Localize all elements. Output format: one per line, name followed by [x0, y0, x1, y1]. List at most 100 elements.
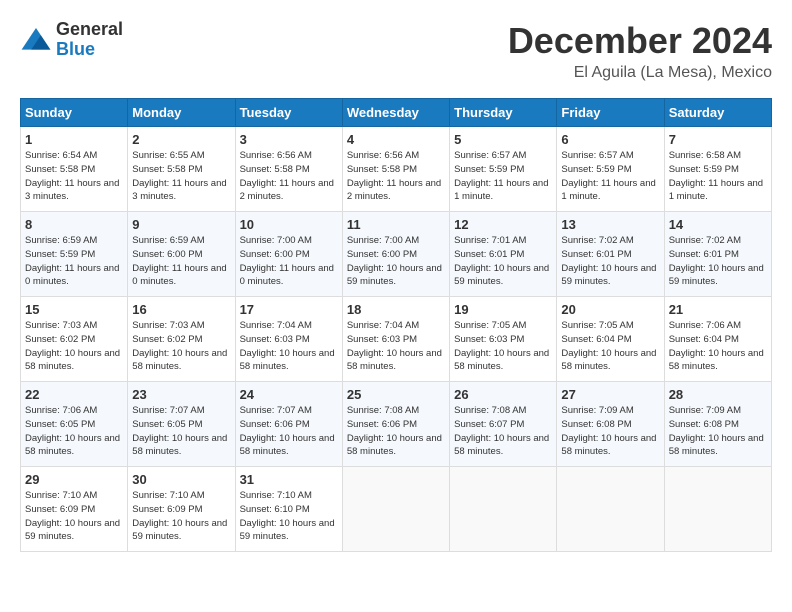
header-cell-monday: Monday — [128, 99, 235, 127]
sunrise: Sunrise: 6:56 AM — [347, 150, 419, 161]
logo-general: General — [56, 20, 123, 40]
calendar-cell: 18Sunrise: 7:04 AMSunset: 6:03 PMDayligh… — [342, 297, 449, 382]
calendar-cell: 13 Sunrise: 7:02 AM Sunset: 6:01 PM Dayligh… — [557, 212, 664, 297]
calendar-cell: 9Sunrise: 6:59 AMSunset: 6:00 PMDaylight… — [128, 212, 235, 297]
day-number: 12 — [454, 217, 552, 232]
daylight: Daylight: 10 hours and 59 minutes. — [132, 518, 227, 543]
day-number: 17 — [240, 302, 338, 317]
sunrise: Sunrise: 6:54 AM — [25, 150, 97, 161]
sunset: Sunset: 6:00 PM — [347, 249, 417, 260]
calendar-table: SundayMondayTuesdayWednesdayThursdayFrid… — [20, 98, 772, 552]
calendar-cell: 15Sunrise: 7:03 AMSunset: 6:02 PMDayligh… — [21, 297, 128, 382]
day-number: 18 — [347, 302, 445, 317]
daylight: Daylight: 11 hours and 2 minutes. — [347, 178, 441, 203]
sunrise: Sunrise: 7:02 AM — [561, 235, 633, 246]
sunrise: Sunrise: 7:07 AM — [132, 405, 204, 416]
page-header: General Blue December 2024 El Aguila (La… — [20, 20, 772, 82]
sunset: Sunset: 6:01 PM — [561, 249, 631, 260]
sunset: Sunset: 6:09 PM — [132, 504, 202, 515]
day-number: 13 — [561, 217, 659, 232]
day-info: Sunrise: 6:54 AMSunset: 5:58 PMDaylight:… — [25, 149, 123, 204]
sunrise: Sunrise: 7:09 AM — [561, 405, 633, 416]
calendar-cell: 30 Sunrise: 7:10 AM Sunset: 6:09 PM Dayligh… — [128, 467, 235, 552]
calendar-cell: 28Sunrise: 7:09 AMSunset: 6:08 PMDayligh… — [664, 382, 771, 467]
calendar-cell: 31Sunrise: 7:10 AMSunset: 6:10 PMDayligh… — [235, 467, 342, 552]
header-cell-thursday: Thursday — [450, 99, 557, 127]
calendar-cell: 23Sunrise: 7:07 AMSunset: 6:05 PMDayligh… — [128, 382, 235, 467]
day-info: Sunrise: 6:58 AMSunset: 5:59 PMDaylight:… — [669, 149, 767, 204]
sunrise: Sunrise: 7:02 AM — [669, 235, 741, 246]
calendar-cell: 19Sunrise: 7:05 AMSunset: 6:03 PMDayligh… — [450, 297, 557, 382]
day-number: 6 — [561, 132, 659, 147]
daylight: Daylight: 10 hours and 58 minutes. — [25, 348, 120, 373]
daylight: Daylight: 10 hours and 58 minutes. — [347, 433, 442, 458]
calendar-body: 1Sunrise: 6:54 AMSunset: 5:58 PMDaylight… — [21, 127, 772, 552]
day-number: 31 — [240, 472, 338, 487]
sunrise: Sunrise: 7:10 AM — [240, 490, 312, 501]
day-info: Sunrise: 7:10 AMSunset: 6:09 PMDaylight:… — [25, 489, 123, 544]
day-info: Sunrise: 7:09 AMSunset: 6:08 PMDaylight:… — [561, 404, 659, 459]
daylight: Daylight: 11 hours and 0 minutes. — [132, 263, 226, 288]
calendar-cell: 6 Sunrise: 6:57 AMSunset: 5:59 PMDaylight… — [557, 127, 664, 212]
calendar-cell — [557, 467, 664, 552]
calendar-cell: 1Sunrise: 6:54 AMSunset: 5:58 PMDaylight… — [21, 127, 128, 212]
calendar-cell: 20Sunrise: 7:05 AMSunset: 6:04 PMDayligh… — [557, 297, 664, 382]
day-info: Sunrise: 7:09 AMSunset: 6:08 PMDaylight:… — [669, 404, 767, 459]
day-number: 8 — [25, 217, 123, 232]
day-info: Sunrise: 6:56 AMSunset: 5:58 PMDaylight:… — [240, 149, 338, 204]
day-info: Sunrise: 7:01 AMSunset: 6:01 PMDaylight:… — [454, 234, 552, 289]
calendar-cell: 11Sunrise: 7:00 AMSunset: 6:00 PMDayligh… — [342, 212, 449, 297]
sunrise: Sunrise: 7:05 AM — [454, 320, 526, 331]
day-info: Sunrise: 7:00 AM Sunset: 6:00 PM Daylight:… — [240, 234, 338, 289]
location-title: El Aguila (La Mesa), Mexico — [508, 64, 772, 82]
sunset: Sunset: 6:10 PM — [240, 504, 310, 515]
day-info: Sunrise: 7:02 AMSunset: 6:01 PMDaylight:… — [669, 234, 767, 289]
daylight: Daylight: 11 hours and 3 minutes. — [132, 178, 226, 203]
sunset: Sunset: 5:59 PM — [454, 164, 524, 175]
day-number: 27 — [561, 387, 659, 402]
calendar-cell: 17Sunrise: 7:04 AMSunset: 6:03 PMDayligh… — [235, 297, 342, 382]
sunrise: Sunrise: 6:59 AM — [25, 235, 97, 246]
daylight: Daylight: 11 hours and 0 minutes. — [240, 263, 334, 288]
day-number: 30 — [132, 472, 230, 487]
daylight: Daylight: 10 hours and 58 minutes. — [132, 348, 227, 373]
sunrise: Sunrise: 7:10 AM — [25, 490, 97, 501]
day-info: Sunrise: 7:10 AMSunset: 6:10 PMDaylight:… — [240, 489, 338, 544]
sunset: Sunset: 5:58 PM — [240, 164, 310, 175]
daylight: Daylight: 10 hours and 59 minutes. — [561, 263, 656, 288]
sunset: Sunset: 6:03 PM — [347, 334, 417, 345]
day-info: Sunrise: 7:06 AMSunset: 6:04 PMDaylight:… — [669, 319, 767, 374]
sunset: Sunset: 6:07 PM — [454, 419, 524, 430]
day-number: 22 — [25, 387, 123, 402]
day-info: Sunrise: 6:57 AMSunset: 5:59 PMDaylight:… — [561, 149, 659, 204]
sunrise: Sunrise: 7:00 AM — [240, 235, 312, 246]
day-info: Sunrise: 7:07 AMSunset: 6:05 PMDaylight:… — [132, 404, 230, 459]
sunset: Sunset: 6:04 PM — [669, 334, 739, 345]
daylight: Daylight: 10 hours and 58 minutes. — [25, 433, 120, 458]
daylight: Daylight: 10 hours and 59 minutes. — [454, 263, 549, 288]
calendar-cell: 2Sunrise: 6:55 AMSunset: 5:58 PMDaylight… — [128, 127, 235, 212]
header-row: SundayMondayTuesdayWednesdayThursdayFrid… — [21, 99, 772, 127]
day-number: 10 — [240, 217, 338, 232]
day-info: Sunrise: 7:02 AM Sunset: 6:01 PM Daylight:… — [561, 234, 659, 289]
calendar-row: 1Sunrise: 6:54 AMSunset: 5:58 PMDaylight… — [21, 127, 772, 212]
sunrise: Sunrise: 7:04 AM — [240, 320, 312, 331]
sunset: Sunset: 6:00 PM — [240, 249, 310, 260]
sunset: Sunset: 6:03 PM — [240, 334, 310, 345]
calendar-header: SundayMondayTuesdayWednesdayThursdayFrid… — [21, 99, 772, 127]
sunrise: Sunrise: 7:10 AM — [132, 490, 204, 501]
calendar-cell: 26Sunrise: 7:08 AMSunset: 6:07 PMDayligh… — [450, 382, 557, 467]
day-number: 14 — [669, 217, 767, 232]
sunrise: Sunrise: 7:00 AM — [347, 235, 419, 246]
sunrise: Sunrise: 7:06 AM — [25, 405, 97, 416]
day-info: Sunrise: 6:59 AMSunset: 5:59 PMDaylight:… — [25, 234, 123, 289]
day-info: Sunrise: 7:08 AMSunset: 6:06 PMDaylight:… — [347, 404, 445, 459]
daylight: Daylight: 11 hours and 1 minute. — [561, 178, 655, 203]
header-cell-sunday: Sunday — [21, 99, 128, 127]
calendar-cell: 5Sunrise: 6:57 AMSunset: 5:59 PMDaylight… — [450, 127, 557, 212]
title-area: December 2024 El Aguila (La Mesa), Mexic… — [508, 20, 772, 82]
calendar-cell: 24Sunrise: 7:07 AMSunset: 6:06 PMDayligh… — [235, 382, 342, 467]
sunset: Sunset: 6:03 PM — [454, 334, 524, 345]
sunset: Sunset: 6:06 PM — [347, 419, 417, 430]
day-number: 21 — [669, 302, 767, 317]
